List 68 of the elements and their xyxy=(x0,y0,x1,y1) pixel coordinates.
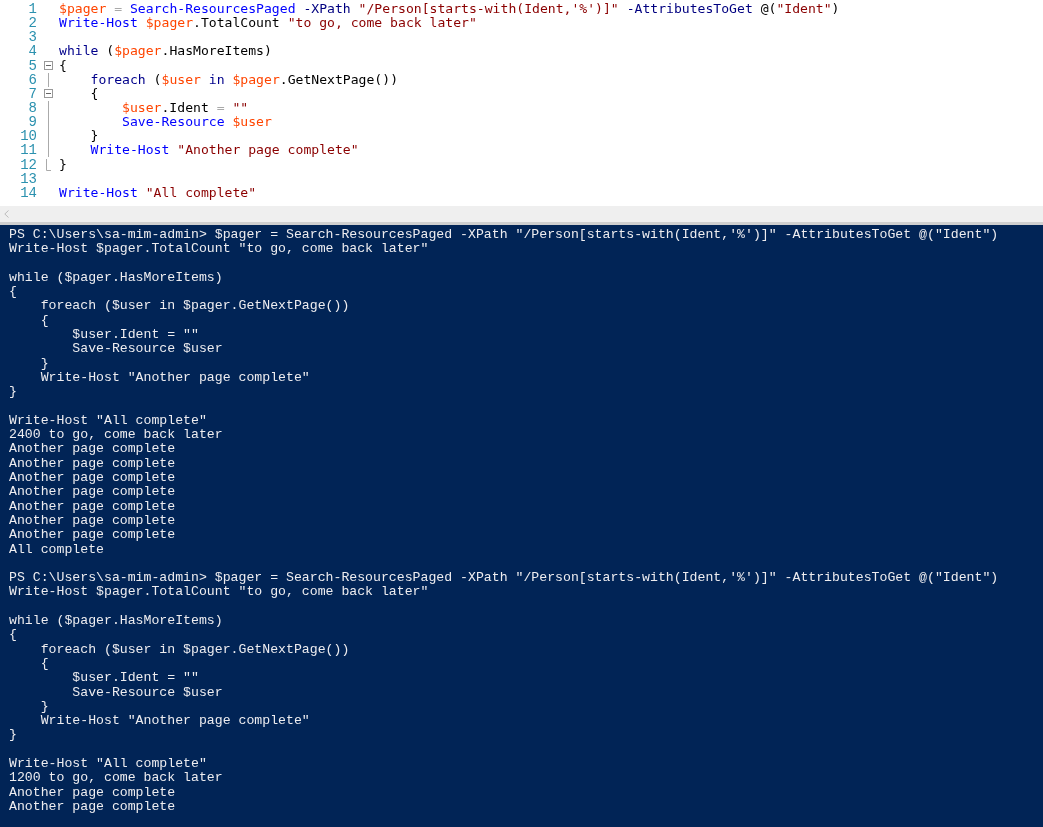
line-number: 13 xyxy=(19,171,37,186)
line-number: 2 xyxy=(27,16,37,31)
code-line: Save-Resource $user xyxy=(121,115,272,130)
console-line: } xyxy=(39,699,50,715)
code-line: } xyxy=(89,129,99,144)
console-line: Another page complete xyxy=(9,456,177,472)
console-line: while ($pager.HasMoreItems) xyxy=(9,614,224,629)
code-line: { xyxy=(59,58,67,73)
code-line: { xyxy=(89,86,99,101)
console-line: Another page complete xyxy=(9,785,177,800)
line-number: 14 xyxy=(19,185,37,200)
fold-end-guide xyxy=(45,158,51,171)
code-line: Write-Host "All complete" xyxy=(59,185,257,200)
console-line: { xyxy=(39,313,50,329)
fold-guide xyxy=(47,72,49,87)
console-line: Write-Host $pager.TotalCount "to go, come back later" xyxy=(9,242,430,257)
code-line: foreach ($user in $pager.GetNextPage()) xyxy=(89,72,398,87)
console-line: Another page complete xyxy=(9,799,177,815)
console-line: Write-Host "All complete" xyxy=(9,413,208,429)
console-line: Another page complete xyxy=(9,499,177,514)
console-line: } xyxy=(9,385,18,400)
console-line: } xyxy=(39,356,50,371)
line-number: 11 xyxy=(19,143,37,158)
console-line: Write-Host "All complete" xyxy=(9,757,208,772)
console-line: 1200 to go, come back later xyxy=(9,771,224,786)
line-number: 10 xyxy=(19,129,37,144)
console-line: PS C:\Users\sa-mim-admin> $pager = Search-ResourcesPaged -XPath "/Person[starts-with(Ident,'%')]" -AttributesToGet @("Ident") xyxy=(9,571,1000,586)
console-line: $user.Ident = "" xyxy=(71,671,200,686)
console-line: Another page complete xyxy=(9,513,177,529)
console-line: Write-Host "Another page complete" xyxy=(39,714,311,729)
code-line: } xyxy=(59,157,67,172)
console-line: Save-Resource $user xyxy=(71,342,224,357)
console-line: Another page complete xyxy=(9,442,177,457)
collapse-icon[interactable] xyxy=(43,89,53,99)
line-number: 8 xyxy=(27,101,37,116)
code-line: $user.Ident = "" xyxy=(121,101,249,116)
line-number: 9 xyxy=(28,115,37,130)
console-line: foreach ($user in $pager.GetNextPage()) xyxy=(39,299,351,314)
line-number: 6 xyxy=(27,72,37,87)
console-line: } xyxy=(9,728,18,743)
line-number: 1 xyxy=(27,2,37,17)
console-pane[interactable] xyxy=(0,225,1043,827)
console-line: { xyxy=(9,285,18,300)
line-number: 3 xyxy=(27,30,37,45)
code-line: Write-Host $pager.TotalCount "to go, come back later" xyxy=(59,16,477,31)
line-number: 7 xyxy=(27,86,37,101)
console-line: foreach ($user in $pager.GetNextPage()) xyxy=(39,642,351,657)
line-number: 4 xyxy=(27,44,37,59)
code-line: Write-Host "Another page complete" xyxy=(89,143,359,158)
console-line: { xyxy=(39,656,50,672)
horizontal-scrollbar[interactable] xyxy=(0,206,1043,225)
console-line: { xyxy=(9,628,18,643)
console-line: Write-Host $pager.TotalCount "to go, come back later" xyxy=(9,585,430,600)
console-line: Another page complete xyxy=(9,528,177,543)
console-line: while ($pager.HasMoreItems) xyxy=(9,270,224,286)
console-line: Save-Resource $user xyxy=(71,685,224,700)
console-line: $user.Ident = "" xyxy=(71,328,200,343)
code-line: while ($pager.HasMoreItems) xyxy=(59,44,272,59)
code-line: $pager = Search-ResourcesPaged -XPath "/Person[starts-with(Ident,'%')]" -AttributesToGet @("Ident") xyxy=(59,2,840,17)
collapse-icon[interactable] xyxy=(43,61,53,71)
line-number: 12 xyxy=(19,157,37,172)
console-line: Another page complete xyxy=(9,485,177,500)
line-number: 5 xyxy=(27,58,37,73)
console-line: Another page complete xyxy=(9,471,177,486)
console-line: All complete xyxy=(9,542,105,557)
console-line: 2400 to go, come back later xyxy=(9,428,224,443)
console-line: Write-Host "Another page complete" xyxy=(39,370,311,386)
console-line: PS C:\Users\sa-mim-admin> $pager = Search-ResourcesPaged -XPath "/Person[starts-with(Ident,'%')]" -AttributesToGet @("Ident") xyxy=(9,228,1000,243)
